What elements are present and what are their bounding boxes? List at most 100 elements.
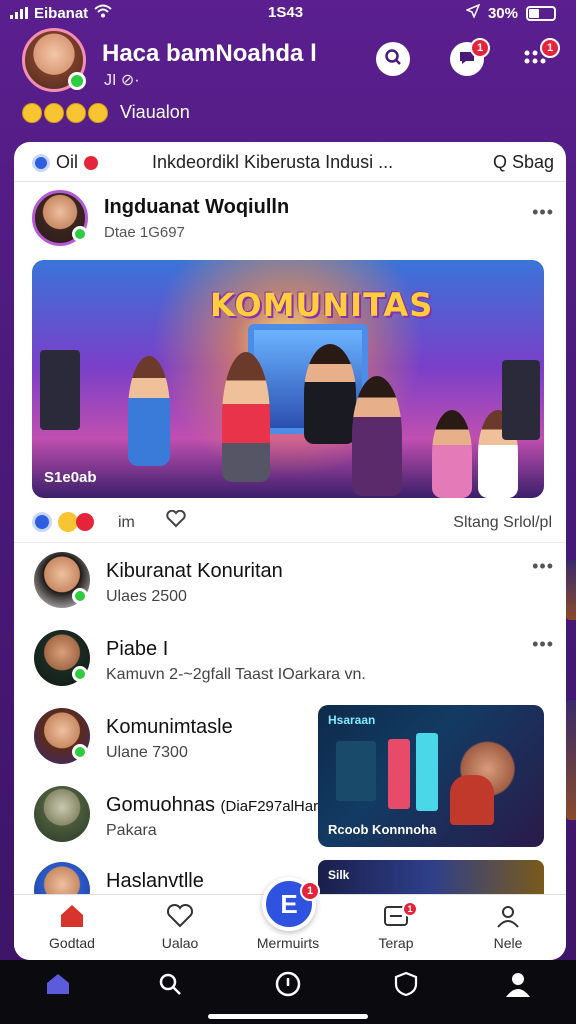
- speaker-illustration: [502, 360, 540, 440]
- heart-icon[interactable]: [166, 509, 186, 534]
- info-circle-icon: [275, 971, 301, 1003]
- post-author-name[interactable]: Ingduanat Woqiulln: [104, 196, 289, 219]
- create-badge: 1: [300, 881, 320, 901]
- list-item[interactable]: Piabe I Kamuvn 2-~2gfall Taast IOarkara …: [14, 622, 566, 698]
- banner-title: KOMUNITAS: [210, 286, 434, 324]
- person-illustration: [432, 410, 472, 498]
- emoji-icon: [44, 102, 64, 123]
- post-reactions: im Sltang Srlol/pl: [32, 508, 552, 538]
- inbox-badge: 1: [402, 901, 418, 917]
- list-item-title: Gomuohnas (DiaF297alHar: [106, 794, 318, 817]
- video-label: Hsaraan: [328, 713, 376, 727]
- system-nav-bar: [0, 960, 576, 1024]
- emoji-label: Viaualon: [120, 102, 190, 122]
- search-icon: [384, 48, 402, 71]
- banner-caption: S1e0ab: [44, 469, 97, 486]
- post-image[interactable]: KOMUNITAS S1e0ab: [32, 260, 544, 498]
- battery-percent: 30%: [487, 4, 518, 22]
- online-status-icon: [68, 72, 86, 90]
- battery-icon: [526, 5, 556, 21]
- inbox-icon: [356, 903, 436, 931]
- feed-title[interactable]: Inkdeordikl Kiberusta Indusi ...: [152, 152, 393, 173]
- person-illustration: [304, 344, 356, 444]
- list-item-meta: Kamuvn 2-~2gfall Taast IOarkara vn.: [106, 666, 366, 683]
- post-meta: Dtae 1G697: [104, 224, 185, 241]
- tab-profile[interactable]: Nele: [468, 903, 548, 951]
- tab-label: Mermuirts: [256, 935, 320, 951]
- video-thumbnail[interactable]: Hsaraan Rcoob Konnnoha: [318, 705, 544, 847]
- person-illustration: [222, 352, 270, 482]
- reaction-count: im: [118, 514, 135, 531]
- emoji-icon: [22, 102, 42, 123]
- feed-search-button[interactable]: Q Sbag: [493, 152, 554, 173]
- list-item-meta: Ulaes 2500: [106, 588, 187, 605]
- tab-likes[interactable]: Ualao: [140, 903, 220, 951]
- list-item-meta: Ulane 7300: [106, 744, 188, 761]
- feed-tab-bar: Oil Inkdeordikl Kiberusta Indusi ... Q S…: [14, 142, 566, 182]
- person-illustration: [450, 775, 494, 825]
- tab-community[interactable]: Oil: [32, 152, 98, 173]
- shield-icon: [393, 971, 419, 1003]
- list-item-title: Kiburanat Konuritan: [106, 560, 283, 582]
- home-indicator[interactable]: [208, 1014, 368, 1019]
- profile-button[interactable]: [498, 972, 538, 1002]
- online-status-icon: [72, 666, 88, 682]
- signal-icon: [10, 7, 28, 19]
- emoji-row: Viaualon: [22, 102, 190, 123]
- search-button[interactable]: [150, 972, 190, 1002]
- info-button[interactable]: [268, 971, 308, 1003]
- shield-button[interactable]: [386, 971, 426, 1003]
- search-icon: [158, 972, 182, 1002]
- divider: [14, 542, 566, 543]
- tab-label: Nele: [493, 935, 523, 951]
- home-icon: [45, 972, 71, 1002]
- tab-inbox[interactable]: Terap: [356, 903, 436, 951]
- search-button[interactable]: [376, 42, 410, 76]
- more-options-icon[interactable]: •••: [532, 556, 554, 577]
- list-item-title: Piabe I: [106, 638, 169, 660]
- profile-icon: [468, 903, 548, 931]
- emoji-icon: [88, 102, 108, 123]
- more-options-icon[interactable]: •••: [532, 202, 554, 223]
- tab-label: Oil: [56, 152, 78, 172]
- person-illustration: [128, 356, 170, 466]
- arcade-illustration: [336, 741, 376, 801]
- share-label[interactable]: Sltang Srlol/pl: [453, 514, 552, 532]
- heart-icon: [140, 903, 220, 931]
- tab-label: Ualao: [161, 935, 199, 951]
- wifi-icon: [94, 4, 112, 22]
- online-status-icon: [72, 744, 88, 760]
- app-tab-bar: Godtad Ualao + Mermuirts E 1 Terap 1 Nel…: [14, 877, 566, 960]
- arcade-illustration: [388, 739, 410, 809]
- tab-label: Godtad: [49, 935, 95, 951]
- home-button[interactable]: [38, 972, 78, 1002]
- list-item-meta: Pakara: [106, 822, 157, 839]
- list-item[interactable]: Kiburanat Konuritan Ulaes 2500 •••: [14, 544, 566, 620]
- menu-badge: 1: [540, 38, 560, 58]
- clock: 1S43: [268, 4, 304, 21]
- arcade-illustration: [416, 733, 438, 811]
- profile-name[interactable]: Haca bamNoahda l: [102, 40, 317, 68]
- person-illustration: [352, 376, 402, 496]
- video-caption: Rcoob Konnnoha: [328, 822, 437, 837]
- online-status-icon: [72, 226, 88, 242]
- smile-react-icon[interactable]: [58, 512, 78, 532]
- plus-react-icon[interactable]: [76, 513, 94, 531]
- video-label: Silk: [328, 868, 350, 882]
- feed-card: Oil Inkdeordikl Kiberusta Indusi ... Q S…: [14, 142, 566, 960]
- home-icon: [32, 903, 112, 931]
- online-status-icon: [72, 588, 88, 604]
- live-dot-icon: [84, 155, 98, 170]
- list-item-extra: (DiaF297alHar: [220, 798, 319, 815]
- more-options-icon[interactable]: •••: [532, 634, 554, 655]
- profile-subtitle: JI ⊘·: [104, 72, 140, 89]
- tab-home[interactable]: Godtad: [32, 903, 112, 951]
- list-item-title: Komunimtasle: [106, 716, 233, 738]
- shield-react-icon[interactable]: [32, 512, 52, 532]
- carrier-label: Eibanat: [34, 4, 89, 22]
- shield-icon: [32, 153, 50, 172]
- emoji-icon: [66, 102, 86, 123]
- post-header: Ingduanat Woqiulln Dtae 1G697 •••: [14, 186, 566, 252]
- location-icon: [464, 3, 481, 22]
- profile-header: Haca bamNoahda l JI ⊘· Viaualon 1 1: [22, 28, 562, 132]
